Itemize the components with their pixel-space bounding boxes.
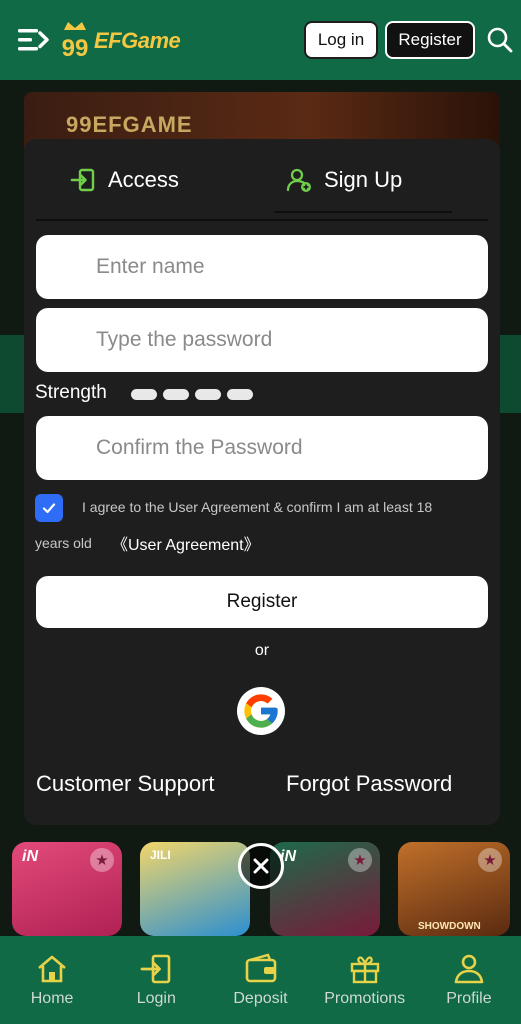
confirm-password-input[interactable] bbox=[36, 416, 488, 480]
password-input[interactable] bbox=[36, 308, 488, 372]
user-agreement-link[interactable]: 《User Agreement》 bbox=[112, 531, 260, 555]
nav-item-promotions[interactable]: Promotions bbox=[313, 936, 417, 1024]
strength-bar bbox=[131, 389, 157, 400]
strength-bar bbox=[227, 389, 253, 400]
close-icon bbox=[253, 858, 269, 874]
active-tab-indicator bbox=[274, 211, 452, 213]
add-user-icon bbox=[286, 168, 311, 192]
tab-access[interactable]: Access bbox=[70, 167, 179, 193]
crown-99-icon: 99 bbox=[62, 22, 89, 62]
forgot-password-link[interactable]: Forgot Password bbox=[286, 771, 452, 797]
brand-logo[interactable]: 99 EFGame bbox=[58, 18, 181, 64]
close-modal-button[interactable] bbox=[238, 843, 284, 889]
profile-icon bbox=[454, 954, 484, 984]
favorite-star-icon[interactable]: ★ bbox=[348, 848, 372, 872]
favorite-star-icon[interactable]: ★ bbox=[478, 848, 502, 872]
nav-label: Login bbox=[136, 990, 176, 1007]
tile-title: SHOWDOWN bbox=[418, 921, 481, 932]
bottom-nav: Home Login Deposit Promotions Profile bbox=[0, 936, 521, 1024]
register-submit-button[interactable]: Register bbox=[36, 576, 488, 628]
nav-item-deposit[interactable]: Deposit bbox=[208, 936, 312, 1024]
google-signin-button[interactable] bbox=[237, 687, 285, 735]
top-header: 99 EFGame Log in Register bbox=[0, 0, 521, 80]
strength-bar bbox=[163, 389, 189, 400]
game-tile[interactable]: ★ SHOWDOWN bbox=[398, 842, 510, 936]
tab-signup[interactable]: Sign Up bbox=[286, 167, 402, 193]
nav-item-home[interactable]: Home bbox=[0, 936, 104, 1024]
login-button[interactable]: Log in bbox=[304, 21, 378, 59]
tab-label: Sign Up bbox=[324, 167, 403, 192]
enter-icon bbox=[70, 168, 95, 192]
nav-label: Deposit bbox=[233, 990, 288, 1007]
nav-item-profile[interactable]: Profile bbox=[417, 936, 521, 1024]
google-icon bbox=[244, 694, 278, 728]
favorite-star-icon[interactable]: ★ bbox=[90, 848, 114, 872]
tab-divider bbox=[36, 219, 488, 221]
game-tile[interactable]: iN ★ bbox=[270, 842, 380, 936]
nav-label: Promotions bbox=[324, 990, 406, 1007]
game-tile[interactable]: iN ★ bbox=[12, 842, 122, 936]
name-input[interactable] bbox=[36, 235, 488, 299]
password-strength-meter bbox=[131, 389, 253, 400]
strength-bar bbox=[195, 389, 221, 400]
wallet-icon bbox=[245, 953, 276, 983]
agreement-text: I agree to the User Agreement & confirm … bbox=[82, 499, 433, 515]
tab-label: Access bbox=[108, 167, 179, 192]
tile-provider-label: JILI bbox=[150, 848, 171, 862]
logo-text: EFGame bbox=[94, 28, 181, 53]
gift-icon bbox=[350, 956, 379, 984]
tile-provider-label: iN bbox=[22, 848, 38, 865]
agreement-text-continued: years old bbox=[35, 535, 92, 551]
nav-label: Profile bbox=[446, 990, 492, 1007]
menu-icon[interactable] bbox=[18, 26, 50, 54]
strength-label: Strength bbox=[35, 382, 107, 403]
or-separator: or bbox=[254, 642, 270, 659]
agreement-checkbox[interactable] bbox=[35, 494, 63, 522]
login-icon bbox=[140, 954, 171, 984]
signup-modal: Access Sign Up Strength I agree to the U… bbox=[24, 139, 500, 825]
nav-label: Home bbox=[30, 990, 74, 1007]
nav-item-login[interactable]: Login bbox=[104, 936, 208, 1024]
checkmark-icon bbox=[42, 503, 56, 514]
game-tile[interactable]: JILI bbox=[140, 842, 250, 936]
search-icon[interactable] bbox=[486, 26, 514, 54]
register-header-button[interactable]: Register bbox=[385, 21, 475, 59]
home-icon bbox=[38, 955, 66, 983]
svg-text:99: 99 bbox=[62, 35, 89, 62]
banner-text: 99EFGAME bbox=[66, 112, 193, 137]
customer-support-link[interactable]: Customer Support bbox=[36, 771, 215, 797]
